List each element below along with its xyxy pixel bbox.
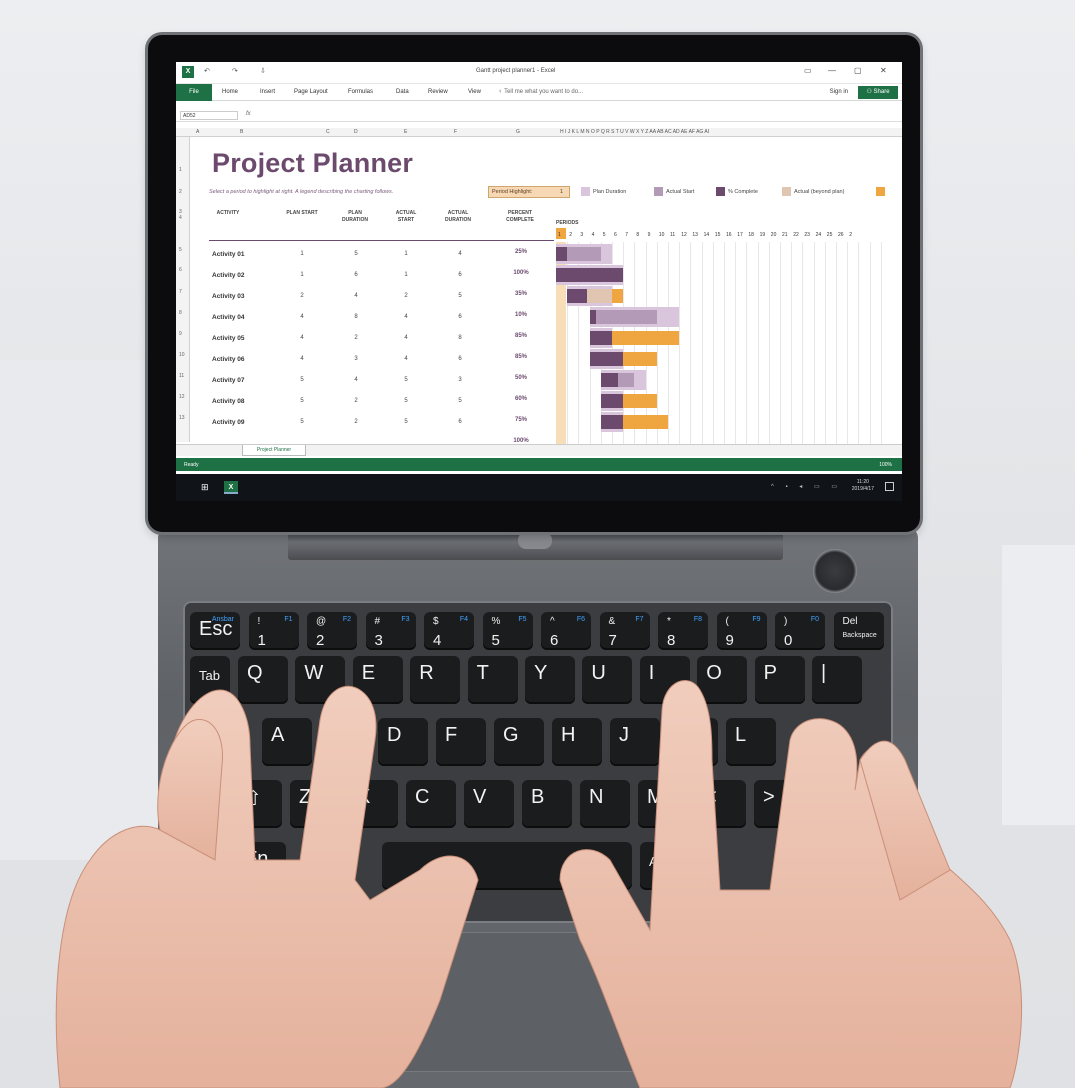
typing-hands xyxy=(55,680,1022,1088)
left-hand xyxy=(55,685,479,1088)
right-hand xyxy=(559,680,1022,1088)
product-photo: Esc Ansbar! 1 F1 @2 F2 #3 F3 $4 F4% 5 F5 ^ 6 F6 & 7 F7 * 8 F… xyxy=(0,0,1075,1088)
